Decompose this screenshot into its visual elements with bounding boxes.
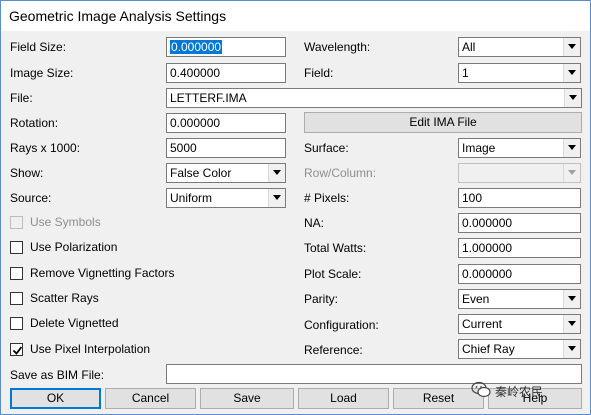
rays-label: Rays x 1000: [10,141,81,155]
checkmark-icon [12,346,23,355]
field-size-value: 0.000000 [170,40,223,54]
na-label: NA: [304,216,325,230]
scatter-rays-label: Scatter Rays [30,291,99,305]
parity-label: Parity: [304,292,339,306]
parity-select-arrow[interactable] [563,290,580,308]
save-bim-label: Save as BIM File: [10,368,105,382]
remove-vignetting-box[interactable] [10,267,23,280]
cancel-button[interactable]: Cancel [105,388,196,409]
show-select[interactable]: False Color [166,163,286,183]
field-select-value: 1 [462,66,469,80]
chevron-down-icon [568,44,576,49]
wechat-icon [471,381,491,402]
chevron-down-icon [568,296,576,301]
parity-select-value: Even [462,292,490,306]
pixels-input[interactable]: 100 [458,188,581,208]
show-label: Show: [10,166,44,180]
chevron-down-icon [568,170,576,175]
use-symbols-label: Use Symbols [30,215,101,229]
surface-label: Surface: [304,141,349,155]
settings-dialog: Geometric Image Analysis Settings Field … [0,0,591,415]
field-size-label: Field Size: [10,40,67,54]
source-select-value: Uniform [170,191,213,205]
image-size-input[interactable]: 0.400000 [166,63,286,83]
plot-scale-label: Plot Scale: [304,267,362,281]
chevron-down-icon [568,321,576,326]
field-select[interactable]: 1 [458,63,581,83]
remove-vignetting-label: Remove Vignetting Factors [30,266,175,280]
surface-select-arrow[interactable] [563,139,580,157]
delete-vignetted-box[interactable] [10,317,23,330]
rays-input[interactable]: 5000 [166,138,286,158]
use-polarization-label: Use Polarization [30,240,118,254]
reference-label: Reference: [304,343,363,357]
rotation-label: Rotation: [10,116,59,130]
show-select-value: False Color [170,166,232,180]
na-input[interactable]: 0.000000 [458,213,581,233]
total-watts-input[interactable]: 1.000000 [458,238,581,258]
row-column-label: Row/Column: [304,166,377,180]
use-pixel-interp-label: Use Pixel Interpolation [30,342,151,356]
reference-select-arrow[interactable] [563,340,580,358]
wavelength-select-arrow[interactable] [563,38,580,56]
configuration-label: Configuration: [304,318,379,332]
dialog-content: Field Size: 0.000000 Image Size: 0.40000… [1,31,590,414]
file-select-value: LETTERF.IMA [170,91,247,105]
surface-select[interactable]: Image [458,138,581,158]
field-select-arrow[interactable] [563,64,580,82]
show-select-arrow[interactable] [268,164,285,182]
file-select-arrow[interactable] [564,89,581,107]
row-column-select[interactable] [458,163,581,183]
wavelength-select[interactable]: All [458,37,581,57]
reference-select[interactable]: Chief Ray [458,339,581,359]
chevron-down-icon [273,195,281,200]
surface-select-value: Image [462,141,496,155]
configuration-select-value: Current [462,317,503,331]
parity-select[interactable]: Even [458,289,581,309]
source-select-arrow[interactable] [268,189,285,207]
rotation-input[interactable]: 0.000000 [166,113,286,133]
reference-select-value: Chief Ray [462,342,515,356]
save-button[interactable]: Save [200,388,294,409]
row-column-select-arrow[interactable] [563,164,580,182]
file-select[interactable]: LETTERF.IMA [166,88,582,108]
chevron-down-icon [568,70,576,75]
watermark: 秦岭农民 [471,379,589,401]
field-size-input[interactable]: 0.000000 [166,37,286,57]
chevron-down-icon [568,145,576,150]
chevron-down-icon [568,346,576,351]
total-watts-label: Total Watts: [304,241,367,255]
chevron-down-icon [569,95,577,100]
chevron-down-icon [273,170,281,175]
scatter-rays-box[interactable] [10,292,23,305]
use-polarization-box[interactable] [10,241,23,254]
pixels-label: # Pixels: [304,191,350,205]
wavelength-select-value: All [462,40,476,54]
ok-button[interactable]: OK [10,388,101,409]
configuration-select[interactable]: Current [458,314,581,334]
source-select[interactable]: Uniform [166,188,286,208]
file-label: File: [10,91,33,105]
plot-scale-input[interactable]: 0.000000 [458,264,581,284]
source-label: Source: [10,191,52,205]
use-symbols-box[interactable] [10,216,23,229]
watermark-text: 秦岭农民 [495,385,544,399]
dialog-title: Geometric Image Analysis Settings [1,1,590,31]
edit-ima-button[interactable]: Edit IMA File [304,112,582,133]
load-button[interactable]: Load [298,388,389,409]
configuration-select-arrow[interactable] [563,315,580,333]
wavelength-label: Wavelength: [304,40,371,54]
delete-vignetted-label: Delete Vignetted [30,316,119,330]
field-label: Field: [304,66,334,80]
image-size-label: Image Size: [10,66,74,80]
use-pixel-interp-box[interactable] [10,343,23,356]
